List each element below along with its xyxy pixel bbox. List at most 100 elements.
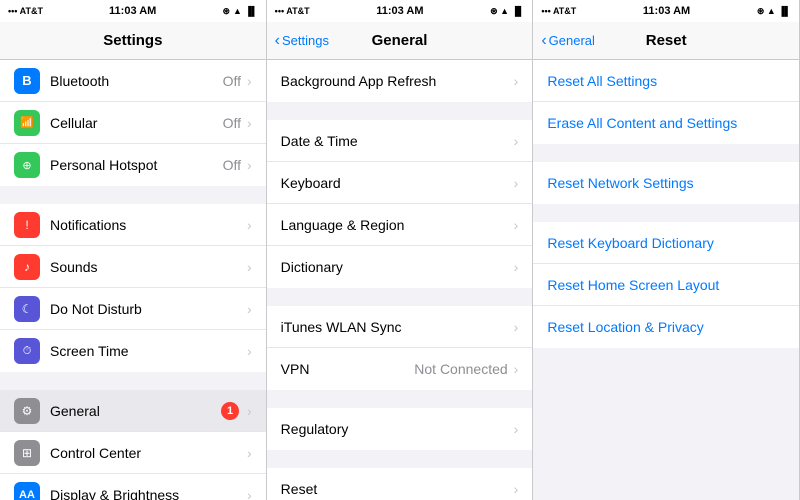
status-bar-1: ••• AT&T 11:03 AM ⊛ ▲ ▐▌ <box>0 0 266 22</box>
hotspot-label: Personal Hotspot <box>50 157 223 173</box>
hotspot-row[interactable]: ⊕ Personal Hotspot Off › <box>0 144 266 186</box>
status-bar-2: ••• AT&T 11:03 AM ⊛ ▲ ▐▌ <box>267 0 533 22</box>
dnd-label: Do Not Disturb <box>50 301 247 317</box>
reset-misc-group: Reset Keyboard Dictionary Reset Home Scr… <box>533 222 799 348</box>
reset-network-label: Reset Network Settings <box>547 175 785 191</box>
nav-bar-2: ‹ Settings General <box>267 22 533 60</box>
itunes-group: iTunes WLAN Sync › VPN Not Connected › <box>267 306 533 390</box>
controlcenter-row[interactable]: ⊞ Control Center › <box>0 432 266 474</box>
keyboard-label: Keyboard <box>281 175 514 191</box>
reset-row[interactable]: Reset › <box>267 468 533 500</box>
regulatory-group: Regulatory › <box>267 408 533 450</box>
regulatory-chevron: › <box>514 421 519 437</box>
vpn-row[interactable]: VPN Not Connected › <box>267 348 533 390</box>
cellular-row[interactable]: 📶 Cellular Off › <box>0 102 266 144</box>
general-label: General <box>50 403 221 419</box>
dnd-icon: ☾ <box>14 296 40 322</box>
display-group: ⚙ General 1 › ⊞ Control Center › AA Disp… <box>0 390 266 500</box>
controlcenter-icon: ⊞ <box>14 440 40 466</box>
general-panel: ••• AT&T 11:03 AM ⊛ ▲ ▐▌ ‹ Settings Gene… <box>267 0 534 500</box>
reset-location-row[interactable]: Reset Location & Privacy <box>533 306 799 348</box>
nav-back-2[interactable]: ‹ Settings <box>275 32 329 50</box>
regulatory-row[interactable]: Regulatory › <box>267 408 533 450</box>
nav-title-2: General <box>372 32 428 49</box>
regulatory-label: Regulatory <box>281 421 514 437</box>
vpn-value: Not Connected <box>414 361 507 377</box>
back-chevron-3: ‹ <box>541 32 546 50</box>
reset-group: Reset › <box>267 468 533 500</box>
controlcenter-label: Control Center <box>50 445 247 461</box>
general-chevron: › <box>247 403 252 419</box>
reset-homescreen-row[interactable]: Reset Home Screen Layout <box>533 264 799 306</box>
time-1: 11:03 AM <box>109 5 156 17</box>
cellular-value: Off <box>223 115 241 131</box>
bluetooth-label: Bluetooth <box>50 73 223 89</box>
vpn-chevron: › <box>514 361 519 377</box>
back-label-2: Settings <box>282 33 329 48</box>
status-left-1: ••• AT&T <box>8 6 43 16</box>
background-app-refresh-row[interactable]: Background App Refresh › <box>267 60 533 102</box>
keyboard-row[interactable]: Keyboard › <box>267 162 533 204</box>
screentime-label: Screen Time <box>50 343 247 359</box>
locale-group: Date & Time › Keyboard › Language & Regi… <box>267 120 533 288</box>
reset-chevron: › <box>514 481 519 497</box>
itunes-wlan-chevron: › <box>514 319 519 335</box>
cellular-icon: 📶 <box>14 110 40 136</box>
connectivity-group: B Bluetooth Off › 📶 Cellular Off › ⊕ Per… <box>0 60 266 186</box>
nav-bar-3: ‹ General Reset <box>533 22 799 60</box>
reset-keyboard-label: Reset Keyboard Dictionary <box>547 235 785 251</box>
bluetooth-row[interactable]: B Bluetooth Off › <box>0 60 266 102</box>
time-3: 11:03 AM <box>643 5 690 17</box>
status-right-3: ⊛ ▲ ▐▌ <box>757 6 791 17</box>
reset-all-group: Reset All Settings Erase All Content and… <box>533 60 799 144</box>
reset-network-group: Reset Network Settings <box>533 162 799 204</box>
screentime-row[interactable]: ⏱ Screen Time › <box>0 330 266 372</box>
displaybrightness-row[interactable]: AA Display & Brightness › <box>0 474 266 500</box>
sounds-row[interactable]: ♪ Sounds › <box>0 246 266 288</box>
language-region-chevron: › <box>514 217 519 233</box>
screentime-chevron: › <box>247 343 252 359</box>
notifications-row[interactable]: ! Notifications › <box>0 204 266 246</box>
reset-panel: ••• AT&T 11:03 AM ⊛ ▲ ▐▌ ‹ General Reset… <box>533 0 800 500</box>
reset-keyboard-row[interactable]: Reset Keyboard Dictionary <box>533 222 799 264</box>
time-2: 11:03 AM <box>376 5 423 17</box>
reset-all-settings-row[interactable]: Reset All Settings <box>533 60 799 102</box>
dnd-chevron: › <box>247 301 252 317</box>
notifications-icon: ! <box>14 212 40 238</box>
reset-homescreen-label: Reset Home Screen Layout <box>547 277 785 293</box>
vpn-label: VPN <box>281 361 415 377</box>
sounds-icon: ♪ <box>14 254 40 280</box>
back-label-3: General <box>549 33 595 48</box>
hotspot-chevron: › <box>247 157 252 173</box>
status-left-2: ••• AT&T <box>275 6 310 16</box>
dictionary-row[interactable]: Dictionary › <box>267 246 533 288</box>
itunes-wlan-label: iTunes WLAN Sync <box>281 319 514 335</box>
language-region-row[interactable]: Language & Region › <box>267 204 533 246</box>
nav-title-1: Settings <box>103 32 162 49</box>
reset-network-row[interactable]: Reset Network Settings <box>533 162 799 204</box>
settings-content: B Bluetooth Off › 📶 Cellular Off › ⊕ Per… <box>0 60 266 500</box>
dictionary-chevron: › <box>514 259 519 275</box>
background-app-refresh-chevron: › <box>514 73 519 89</box>
battery-icon-1: ▐▌ <box>245 6 258 16</box>
erase-all-label: Erase All Content and Settings <box>547 115 785 131</box>
sounds-label: Sounds <box>50 259 247 275</box>
status-right-2: ⊛ ▲ ▐▌ <box>490 6 524 17</box>
status-right-1: ⊛ ▲ ▐▌ <box>222 6 257 17</box>
reset-label: Reset <box>281 481 514 497</box>
itunes-wlan-row[interactable]: iTunes WLAN Sync › <box>267 306 533 348</box>
displaybrightness-icon: AA <box>14 482 40 500</box>
dnd-row[interactable]: ☾ Do Not Disturb › <box>0 288 266 330</box>
displaybrightness-label: Display & Brightness <box>50 487 247 500</box>
nav-back-3[interactable]: ‹ General <box>541 32 595 50</box>
cellular-chevron: › <box>247 115 252 131</box>
erase-all-row[interactable]: Erase All Content and Settings <box>533 102 799 144</box>
sounds-chevron: › <box>247 259 252 275</box>
nav-title-3: Reset <box>646 32 687 49</box>
general-content: Background App Refresh › Date & Time › K… <box>267 60 533 500</box>
general-row[interactable]: ⚙ General 1 › <box>0 390 266 432</box>
wifi-icon-1: ▲ <box>233 6 242 16</box>
background-group: Background App Refresh › <box>267 60 533 102</box>
status-left-3: ••• AT&T <box>541 6 576 16</box>
datetime-row[interactable]: Date & Time › <box>267 120 533 162</box>
